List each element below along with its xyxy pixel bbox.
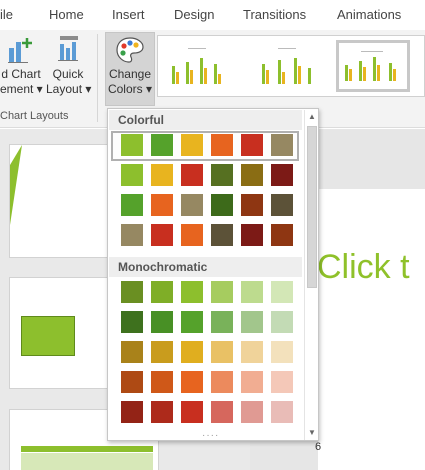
scrollbar-thumb[interactable] xyxy=(307,126,317,288)
colorful-palette-swatch[interactable] xyxy=(270,223,294,247)
palette-icon xyxy=(116,37,144,63)
monochromatic-palette-swatch[interactable] xyxy=(210,310,234,334)
monochromatic-palette-swatch[interactable] xyxy=(210,280,234,304)
colorful-palette-swatch[interactable] xyxy=(210,193,234,217)
powerpoint-window: ile Home Insert Design Transitions Anima… xyxy=(0,0,425,470)
colorful-palette-swatch[interactable] xyxy=(120,223,144,247)
monochromatic-palette-swatch[interactable] xyxy=(270,280,294,304)
monochromatic-palette-swatch[interactable] xyxy=(180,400,204,424)
tab-animations[interactable]: Animations xyxy=(337,7,401,22)
tab-insert[interactable]: Insert xyxy=(112,7,145,22)
ribbon-group-divider xyxy=(97,34,98,122)
tab-transitions[interactable]: Transitions xyxy=(243,7,306,22)
monochromatic-palette-swatch[interactable] xyxy=(150,340,174,364)
monochromatic-palette-swatch[interactable] xyxy=(150,280,174,304)
colorful-palette-swatch[interactable] xyxy=(180,133,204,157)
monochromatic-palette-swatch[interactable] xyxy=(270,400,294,424)
monochromatic-palette-swatch[interactable] xyxy=(120,400,144,424)
colorful-palette-swatch[interactable] xyxy=(180,223,204,247)
slide-title-placeholder[interactable]: Click t xyxy=(317,248,410,287)
change-colors-dropdown: Colorful Monochromatic ▲ ▼ ···· xyxy=(107,108,319,441)
colorful-palette-swatch[interactable] xyxy=(240,193,264,217)
monochromatic-palette-swatch[interactable] xyxy=(270,310,294,334)
slide-decoration-shape xyxy=(10,145,22,225)
monochromatic-palette-swatch[interactable] xyxy=(150,370,174,394)
resize-grip-icon[interactable]: ···· xyxy=(202,430,219,441)
chart-style-thumbnail-selected[interactable] xyxy=(336,40,410,92)
chart-style-thumbnail[interactable] xyxy=(250,40,324,92)
colorful-palette-swatch[interactable] xyxy=(270,133,294,157)
colorful-palette-swatch[interactable] xyxy=(180,193,204,217)
colorful-palette-swatch[interactable] xyxy=(120,133,144,157)
scroll-up-icon[interactable]: ▲ xyxy=(305,110,319,124)
slide-shape xyxy=(21,316,75,356)
chart-layouts-group-label: Chart Layouts xyxy=(0,110,69,122)
dropdown-scrollbar[interactable]: ▲ ▼ xyxy=(304,110,318,440)
colorful-palette-swatch[interactable] xyxy=(240,133,264,157)
change-colors-button[interactable]: Change Colors ▾ xyxy=(105,32,155,106)
monochromatic-palette-swatch[interactable] xyxy=(150,310,174,334)
slide-canvas[interactable] xyxy=(318,189,425,470)
tab-file[interactable]: ile xyxy=(0,7,13,22)
monochromatic-palette-swatch[interactable] xyxy=(240,340,264,364)
scroll-down-icon[interactable]: ▼ xyxy=(305,426,319,440)
monochromatic-palette-swatch[interactable] xyxy=(180,310,204,334)
quick-layout-icon xyxy=(58,36,78,61)
colorful-palette-swatch[interactable] xyxy=(210,133,234,157)
monochromatic-section-header: Monochromatic xyxy=(109,257,302,277)
ribbon-tabs: ile Home Insert Design Transitions Anima… xyxy=(0,0,425,30)
monochromatic-palette-swatch[interactable] xyxy=(180,370,204,394)
colorful-palette-swatch[interactable] xyxy=(120,163,144,187)
monochromatic-palette-swatch[interactable] xyxy=(240,280,264,304)
change-colors-label-2: Colors ▾ xyxy=(107,82,153,96)
monochromatic-palette-swatch[interactable] xyxy=(240,400,264,424)
tab-design[interactable]: Design xyxy=(174,7,214,22)
monochromatic-palette-swatch[interactable] xyxy=(120,370,144,394)
quick-layout-label-1: Quick xyxy=(52,67,84,81)
colorful-palette-swatch[interactable] xyxy=(150,133,174,157)
monochromatic-palette-swatch[interactable] xyxy=(180,340,204,364)
slide-table-header xyxy=(21,446,153,452)
colorful-palette-swatch[interactable] xyxy=(150,223,174,247)
quick-layout-label-2: Layout ▾ xyxy=(46,82,92,96)
monochromatic-palette-swatch[interactable] xyxy=(270,340,294,364)
colorful-palette-swatch[interactable] xyxy=(270,193,294,217)
change-colors-label-1: Change xyxy=(108,67,152,81)
chart-style-thumbnail[interactable] xyxy=(160,40,234,92)
colorful-palette-swatch[interactable] xyxy=(270,163,294,187)
colorful-palette-swatch[interactable] xyxy=(180,163,204,187)
monochromatic-palette-swatch[interactable] xyxy=(270,370,294,394)
colorful-palette-swatch[interactable] xyxy=(120,193,144,217)
colorful-palette-swatch[interactable] xyxy=(210,223,234,247)
colorful-palette-swatch[interactable] xyxy=(210,163,234,187)
monochromatic-palette-swatch[interactable] xyxy=(150,400,174,424)
add-chart-element-label-1: d Chart xyxy=(1,67,41,81)
monochromatic-palette-swatch[interactable] xyxy=(210,400,234,424)
monochromatic-palette-swatch[interactable] xyxy=(120,280,144,304)
add-chart-element-label-2: ement ▾ xyxy=(0,82,43,96)
tab-home[interactable]: Home xyxy=(49,7,84,22)
monochromatic-palette-swatch[interactable] xyxy=(180,280,204,304)
slide-number: 6 xyxy=(315,441,322,453)
colorful-palette-swatch[interactable] xyxy=(150,193,174,217)
monochromatic-palette-swatch[interactable] xyxy=(210,340,234,364)
colorful-palette-swatch[interactable] xyxy=(150,163,174,187)
monochromatic-palette-swatch[interactable] xyxy=(240,370,264,394)
monochromatic-palette-swatch[interactable] xyxy=(240,310,264,334)
quick-layout-button[interactable]: Quick Layout ▾ xyxy=(46,34,92,97)
add-chart-element-button[interactable]: d Chart ement ▾ xyxy=(0,34,43,97)
colorful-palette-swatch[interactable] xyxy=(240,223,264,247)
slide-table-body xyxy=(21,453,153,470)
chart-styles-gallery[interactable] xyxy=(157,35,425,97)
colorful-section-header: Colorful xyxy=(109,110,302,130)
add-chart-element-icon xyxy=(8,38,32,63)
monochromatic-palette-swatch[interactable] xyxy=(120,340,144,364)
monochromatic-palette-swatch[interactable] xyxy=(210,370,234,394)
monochromatic-palette-swatch[interactable] xyxy=(120,310,144,334)
colorful-palette-swatch[interactable] xyxy=(240,163,264,187)
